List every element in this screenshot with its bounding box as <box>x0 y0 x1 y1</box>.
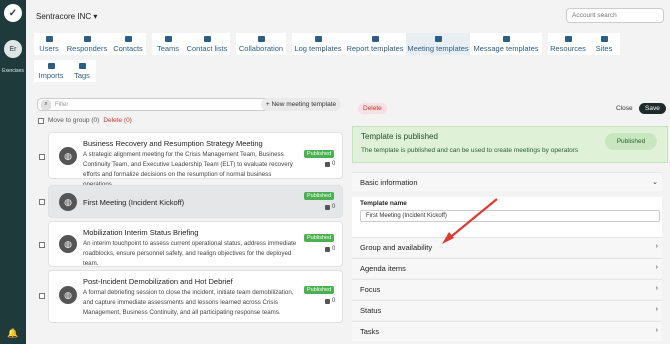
section-group-and-availability[interactable]: Group and availability › <box>352 237 662 257</box>
item-title: First Meeting (Incident Kickoff) <box>83 198 185 207</box>
tab-users[interactable]: Users <box>34 33 64 55</box>
checkbox-icon <box>325 204 330 210</box>
tab-report-templates[interactable]: Report templates <box>344 33 406 55</box>
filter-box[interactable]: ⌕ Filter <box>37 98 285 111</box>
status-badge: Published <box>304 234 335 242</box>
banner-text: The template is published and can be use… <box>361 147 579 154</box>
new-meeting-template-button[interactable]: + New meeting template <box>261 98 341 111</box>
admin-nav: Users Responders Contacts Teams Contact … <box>34 33 620 85</box>
bulk-delete-button[interactable]: Delete (0) <box>103 117 132 124</box>
tab-resources[interactable]: Resources <box>548 33 588 55</box>
app-rail: ✓ Er Exercises 🔔 <box>0 0 26 344</box>
globe-icon: ◍ <box>59 286 77 304</box>
tab-meeting-templates[interactable]: Meeting templates <box>406 33 470 55</box>
template-detail-panel: Delete Close Save Template is published … <box>352 94 670 344</box>
section-basic-information[interactable]: Basic information ⌄ <box>352 172 662 191</box>
row-checkbox[interactable] <box>39 293 45 299</box>
chevron-right-icon: › <box>655 264 658 271</box>
top-bar: Sentracore INC ▾ <box>26 0 670 30</box>
chevron-right-icon: › <box>655 306 658 313</box>
checkbox-icon <box>325 161 330 167</box>
list-item[interactable]: ◍ Post-Incident Demobilization and Hot D… <box>39 270 343 323</box>
chevron-right-icon: › <box>655 243 658 250</box>
search-icon: ⌕ <box>41 99 51 110</box>
item-title: Mobilization Interim Status Briefing <box>83 228 199 237</box>
tab-log-templates[interactable]: Log templates <box>292 33 344 55</box>
meeting-icon <box>434 35 442 42</box>
tab-responders[interactable]: Responders <box>64 33 110 55</box>
item-description: A formal debriefing session to close the… <box>83 289 294 316</box>
list-item[interactable]: ◍ Mobilization Interim Status Briefing A… <box>39 221 343 267</box>
rail-item-exercises[interactable]: Exercises <box>2 68 24 74</box>
sites-icon <box>600 35 608 42</box>
select-all-checkbox[interactable] <box>38 117 44 124</box>
list-icon <box>203 35 211 42</box>
tab-tags[interactable]: Tags <box>68 60 96 82</box>
published-toggle[interactable]: Published <box>605 133 657 150</box>
chevron-down-icon: ⌄ <box>652 179 658 186</box>
published-banner: Template is published The template is pu… <box>352 126 668 163</box>
tab-collaboration[interactable]: Collaboration <box>236 33 286 55</box>
cloud-upload-icon <box>47 62 55 69</box>
section-status[interactable]: Status › <box>352 300 662 320</box>
save-button[interactable]: Save <box>639 103 666 114</box>
status-badge: Published <box>304 150 335 158</box>
close-button[interactable]: Close <box>616 105 633 112</box>
log-icon <box>314 35 322 42</box>
tab-imports[interactable]: Imports <box>34 60 68 82</box>
tab-sites[interactable]: Sites <box>588 33 620 55</box>
section-agenda-items[interactable]: Agenda items › <box>352 258 662 278</box>
usage-count: 0 <box>325 298 335 304</box>
chevron-right-icon: › <box>655 327 658 334</box>
filter-input[interactable]: Filter <box>55 102 68 108</box>
logo-icon[interactable]: ✓ <box>4 4 22 22</box>
responder-icon <box>83 35 91 42</box>
item-title: Business Recovery and Resumption Strateg… <box>83 139 263 148</box>
tab-teams[interactable]: Teams <box>152 33 184 55</box>
checkbox-icon <box>325 298 330 304</box>
avatar[interactable]: Er <box>4 40 22 58</box>
item-title: Post-Incident Demobilization and Hot Deb… <box>83 277 233 286</box>
globe-icon: ◍ <box>59 147 77 165</box>
contacts-icon <box>124 35 132 42</box>
template-name-label: Template name <box>360 200 407 207</box>
resources-icon <box>564 35 572 42</box>
status-badge: Published <box>304 286 335 294</box>
item-description: A strategic alignment meeting for the Cr… <box>83 151 293 188</box>
account-search-input[interactable] <box>566 8 664 23</box>
banner-title: Template is published <box>361 132 438 141</box>
checkbox-icon <box>325 246 330 252</box>
item-description: An interim touchpoint to assess current … <box>83 240 297 267</box>
teams-icon <box>164 35 172 42</box>
move-to-group-button[interactable]: Move to group (0) <box>48 117 99 124</box>
status-badge: Published <box>304 192 335 200</box>
usage-count: 0 <box>325 204 335 210</box>
company-switcher[interactable]: Sentracore INC ▾ <box>36 12 97 21</box>
tab-contacts[interactable]: Contacts <box>110 33 146 55</box>
template-name-input[interactable]: First Meeting (Incident Kickoff) <box>360 210 660 222</box>
bell-icon[interactable]: 🔔 <box>7 328 19 340</box>
usage-count: 0 <box>325 161 335 167</box>
chevron-right-icon: › <box>655 285 658 292</box>
globe-icon: ◍ <box>59 235 77 253</box>
tab-message-templates[interactable]: Message templates <box>470 33 542 55</box>
globe-icon: ◍ <box>59 193 77 211</box>
template-list-panel: ⌕ Filter + New meeting template Move to … <box>34 94 343 344</box>
user-icon <box>45 35 53 42</box>
report-icon <box>371 35 379 42</box>
row-checkbox[interactable] <box>39 242 45 248</box>
tab-contact-lists[interactable]: Contact lists <box>184 33 230 55</box>
tag-icon <box>78 62 86 69</box>
message-icon <box>502 35 510 42</box>
list-item[interactable]: ◍ First Meeting (Incident Kickoff) Publi… <box>39 185 343 218</box>
delete-button[interactable]: Delete <box>358 103 387 114</box>
row-checkbox[interactable] <box>39 199 45 205</box>
usage-count: 0 <box>325 246 335 252</box>
list-item[interactable]: ◍ Business Recovery and Resumption Strat… <box>39 132 343 188</box>
bulk-actions: Move to group (0) Delete (0) <box>38 117 132 124</box>
section-focus[interactable]: Focus › <box>352 279 662 299</box>
row-checkbox[interactable] <box>39 154 45 160</box>
collaboration-icon <box>257 35 265 42</box>
section-tasks[interactable]: Tasks › <box>352 321 662 341</box>
